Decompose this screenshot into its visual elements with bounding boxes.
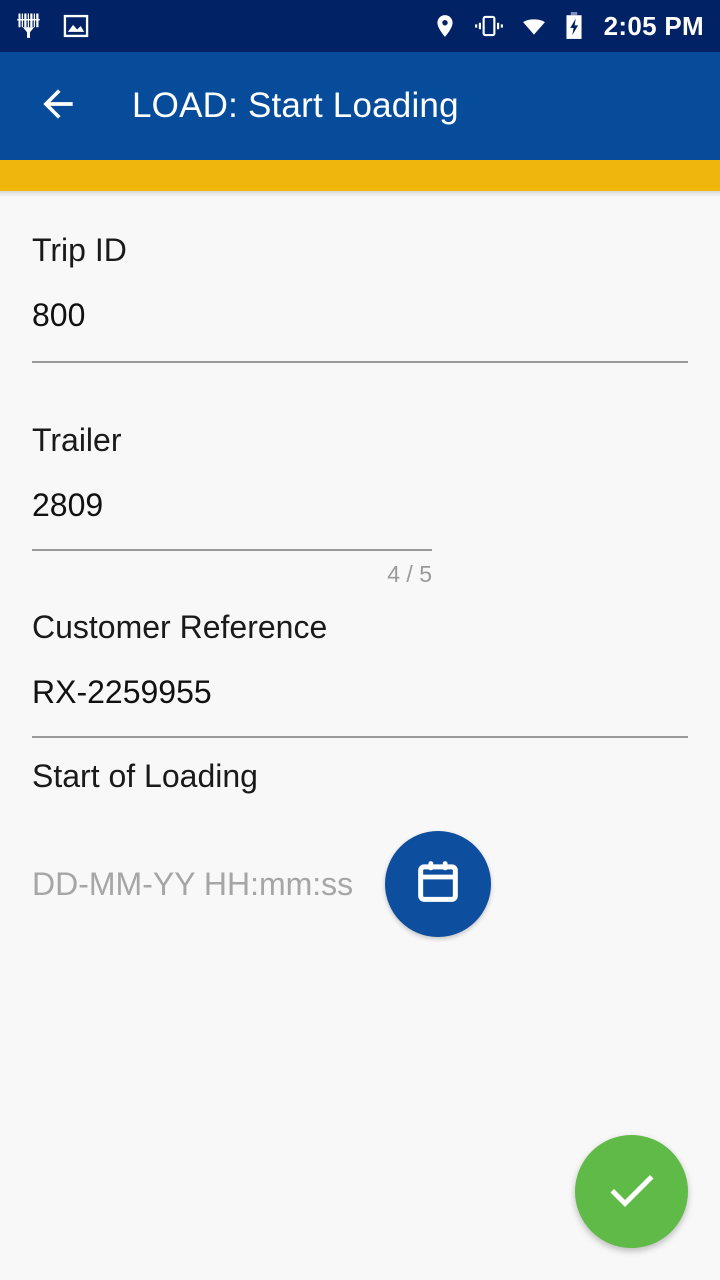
- confirm-button[interactable]: [575, 1135, 688, 1248]
- start-of-loading-input[interactable]: DD-MM-YY HH:mm:ss: [32, 865, 353, 903]
- trailer-input[interactable]: 2809: [32, 486, 688, 524]
- arrow-left-icon: [36, 82, 80, 131]
- trip-id-input[interactable]: 800: [32, 296, 688, 334]
- field-label: Trailer: [32, 421, 122, 458]
- check-icon: [602, 1159, 662, 1224]
- field-customer-reference: Customer Reference RX-2259955: [32, 588, 688, 738]
- field-start-of-loading: Start of Loading DD-MM-YY HH:mm:ss: [32, 738, 688, 938]
- calendar-icon: [412, 856, 464, 913]
- vibrate-icon: [474, 13, 504, 39]
- app-bar: LOAD: Start Loading: [0, 52, 720, 160]
- battery-charging-icon: [564, 12, 584, 40]
- location-pin-icon: [432, 13, 458, 39]
- image-icon: [62, 12, 90, 40]
- status-bar-right-icons: 2:05 PM: [432, 11, 704, 42]
- accent-bar: [0, 160, 720, 191]
- back-button[interactable]: [34, 82, 82, 130]
- app-screen: 2:05 PM LOAD: Start Loading Trip ID 800 …: [0, 0, 720, 1280]
- wifi-icon: [520, 13, 548, 39]
- status-bar: 2:05 PM: [0, 0, 720, 52]
- field-label: Customer Reference: [32, 609, 328, 646]
- status-bar-clock: 2:05 PM: [603, 10, 704, 41]
- status-bar-left-icons: [16, 11, 90, 41]
- trailer-char-counter: 4 / 5: [387, 560, 432, 587]
- start-of-loading-row: DD-MM-YY HH:mm:ss: [32, 831, 688, 938]
- field-trip-id: Trip ID 800: [32, 197, 688, 363]
- field-underline: [32, 548, 432, 551]
- page-title: LOAD: Start Loading: [132, 86, 459, 125]
- barcode-scanner-icon: [16, 11, 46, 41]
- field-label: Trip ID: [32, 232, 127, 268]
- field-trailer: Trailer 2809 4 / 5: [32, 363, 688, 588]
- calendar-picker-button[interactable]: [385, 831, 492, 938]
- field-label: Start of Loading: [32, 757, 258, 794]
- load-form: Trip ID 800 Trailer 2809 4 / 5 Customer …: [0, 197, 720, 938]
- customer-reference-input[interactable]: RX-2259955: [32, 673, 688, 711]
